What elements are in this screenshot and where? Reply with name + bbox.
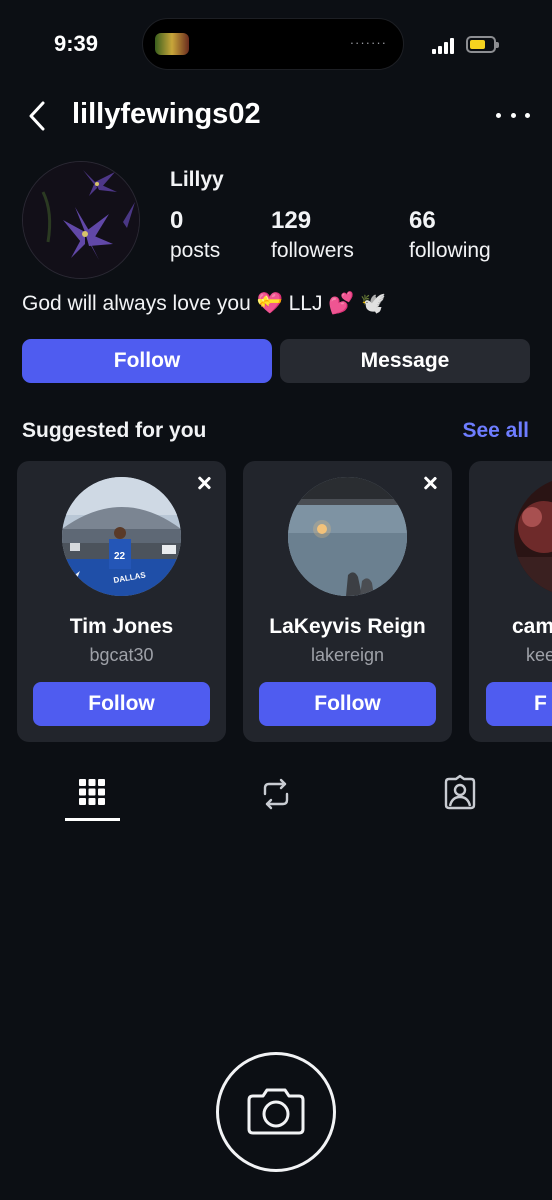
suggested-avatar[interactable]: 22 DALLAS (62, 477, 181, 596)
suggested-card[interactable]: cam kee F (469, 461, 552, 742)
suggested-follow-button[interactable]: Follow (259, 682, 436, 726)
grid-tab[interactable] (64, 770, 120, 818)
suggested-follow-button[interactable]: F (486, 682, 552, 726)
dismiss-suggestion-button[interactable] (194, 473, 214, 493)
profile-username: lillyfewings02 (72, 98, 261, 130)
suggested-handle: lakereign (310, 645, 385, 665)
follow-button[interactable]: Follow (22, 339, 272, 383)
followers-label: followers (271, 239, 354, 262)
reposts-tab[interactable] (248, 770, 304, 818)
suggested-card[interactable]: LaKeyvis Reign lakereign Follow (243, 461, 452, 742)
grid-icon (79, 779, 105, 805)
dynamic-island[interactable]: ······· (142, 18, 404, 70)
battery-level (470, 40, 485, 49)
suggested-handle: bgcat30 (89, 645, 154, 665)
suggested-follow-button[interactable]: Follow (33, 682, 210, 726)
following-count[interactable]: 66 following (409, 207, 491, 266)
message-button[interactable]: Message (280, 339, 530, 383)
followers-value: 129 (271, 207, 312, 234)
following-value: 66 (409, 207, 436, 234)
suggested-heading: Suggested for you (22, 419, 207, 442)
svg-text:22: 22 (114, 551, 126, 562)
posts-label: posts (170, 239, 221, 262)
suggested-handle: kee (526, 645, 552, 665)
dismiss-suggestion-button[interactable] (420, 473, 440, 493)
following-label: following (409, 239, 491, 262)
tagged-tab[interactable] (432, 770, 488, 818)
followers-count[interactable]: 129 followers (271, 207, 354, 266)
see-all-link[interactable]: See all (462, 419, 529, 443)
suggested-name: cam (512, 615, 552, 638)
suggested-avatar[interactable] (514, 477, 552, 596)
window-view-photo (288, 477, 407, 596)
status-time: 9:39 (54, 31, 99, 56)
person-tag-icon (444, 774, 476, 810)
back-button[interactable] (24, 98, 54, 134)
display-name: Lillyy (170, 168, 224, 191)
posts-value: 0 (170, 207, 184, 234)
more-options-button[interactable] (496, 102, 530, 128)
stadium-photo: 22 DALLAS (62, 477, 181, 596)
camera-icon (247, 1088, 305, 1135)
profile-bio: God will always love you 💝 LLJ 💕 🕊️ (22, 292, 387, 315)
posts-count[interactable]: 0 posts (170, 207, 220, 266)
battery-icon (466, 36, 499, 53)
active-tab-indicator (65, 818, 120, 821)
island-dots: ······· (349, 35, 387, 50)
lily-flower-image (23, 162, 139, 278)
suggested-card[interactable]: 22 DALLAS Tim Jones bgcat30 Follow (17, 461, 226, 742)
suggested-name: LaKeyvis Reign (269, 615, 426, 638)
profile-screen: 9:39 ······· lillyfewings02 Lillyy 0 pos… (0, 0, 552, 1200)
chevron-left-icon (29, 101, 45, 131)
camera-button[interactable] (216, 1052, 336, 1172)
live-activity-thumbnail (155, 33, 189, 55)
profile-avatar[interactable] (22, 161, 140, 279)
suggested-name: Tim Jones (69, 615, 174, 638)
suggested-avatar[interactable] (288, 477, 407, 596)
status-bar: 9:39 ······· (0, 0, 552, 90)
more-horizontal-icon (496, 112, 501, 118)
repost-icon (263, 778, 289, 810)
person-photo (514, 477, 552, 596)
cellular-signal-icon (432, 38, 456, 54)
